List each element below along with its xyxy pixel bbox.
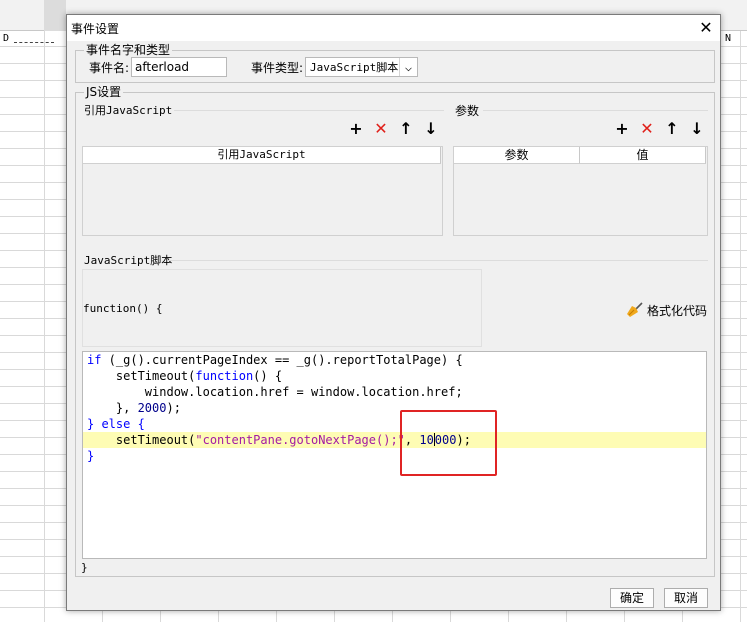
script-title-rule <box>168 260 708 261</box>
column-header-n: N <box>725 33 732 44</box>
code-line-6: setTimeout("contentPane.gotoNextPage();"… <box>83 432 706 448</box>
js-settings-group: JS设置 引用JavaScript 参数 + ✕ ↑ ↓ + ✕ ↑ ↓ 引用J… <box>75 85 715 577</box>
event-name-label: 事件名: <box>89 61 130 75</box>
cancel-button[interactable]: 取消 <box>664 588 708 608</box>
params-title-rule <box>483 110 708 111</box>
column-header-d: D <box>3 33 10 44</box>
highlight-annotation-box <box>400 410 497 476</box>
code-line-2: setTimeout(function() { <box>87 369 283 383</box>
params-table[interactable]: 参数 值 <box>453 146 708 236</box>
event-name-input[interactable]: afterload <box>131 57 227 77</box>
dialog-titlebar[interactable]: 事件设置 ✕ <box>67 15 720 41</box>
params-header-param[interactable]: 参数 <box>454 147 580 164</box>
page-break-line <box>14 42 54 43</box>
remove-param-icon[interactable]: ✕ <box>639 121 655 137</box>
params-header-value[interactable]: 值 <box>580 147 706 164</box>
event-type-select[interactable]: JavaScript脚本 ⌵ <box>305 57 418 77</box>
code-editor[interactable]: if (_g().currentPageIndex == _g().report… <box>82 351 707 559</box>
format-code-label: 格式化代码 <box>647 304 708 318</box>
event-type-value: JavaScript脚本 <box>310 61 399 74</box>
add-param-icon[interactable]: + <box>614 121 630 137</box>
event-name-type-group: 事件名字和类型 事件名: afterload 事件类型: JavaScript脚… <box>75 43 715 83</box>
function-header-box: function() { <box>82 269 482 347</box>
param-down-icon[interactable]: ↓ <box>689 121 705 137</box>
script-title: JavaScript脚本 <box>84 254 173 267</box>
ref-javascript-title: 引用JavaScript <box>84 104 173 117</box>
function-open-text: function() { <box>83 302 163 315</box>
code-line-1: if (_g().currentPageIndex == _g().report… <box>87 353 463 367</box>
event-type-label: 事件类型: <box>251 61 304 75</box>
function-close-text: } <box>81 561 88 574</box>
ok-button[interactable]: 确定 <box>610 588 654 608</box>
remove-icon[interactable]: ✕ <box>373 121 389 137</box>
move-up-icon[interactable]: ↑ <box>398 121 414 137</box>
dialog-title: 事件设置 <box>71 22 120 36</box>
move-down-icon[interactable]: ↓ <box>423 121 439 137</box>
close-icon[interactable]: ✕ <box>696 18 716 38</box>
params-title: 参数 <box>455 104 480 118</box>
event-settings-dialog: 事件设置 ✕ 事件名字和类型 事件名: afterload 事件类型: Java… <box>66 14 721 611</box>
toolbar-separator <box>44 0 66 31</box>
code-line-4: }, 2000); <box>87 401 181 415</box>
ref-title-rule <box>174 110 444 111</box>
js-group-legend: JS设置 <box>84 85 124 99</box>
code-line-7: } <box>87 449 95 463</box>
chevron-down-icon: ⌵ <box>399 58 417 76</box>
ref-javascript-table[interactable]: 引用JavaScript <box>82 146 443 236</box>
broom-icon <box>627 302 643 317</box>
code-line-3: window.location.href = window.location.h… <box>87 385 463 399</box>
add-icon[interactable]: + <box>348 121 364 137</box>
code-line-5: } else { <box>87 417 145 431</box>
ref-table-header[interactable]: 引用JavaScript <box>83 147 441 164</box>
param-up-icon[interactable]: ↑ <box>664 121 680 137</box>
event-group-legend: 事件名字和类型 <box>84 43 173 57</box>
